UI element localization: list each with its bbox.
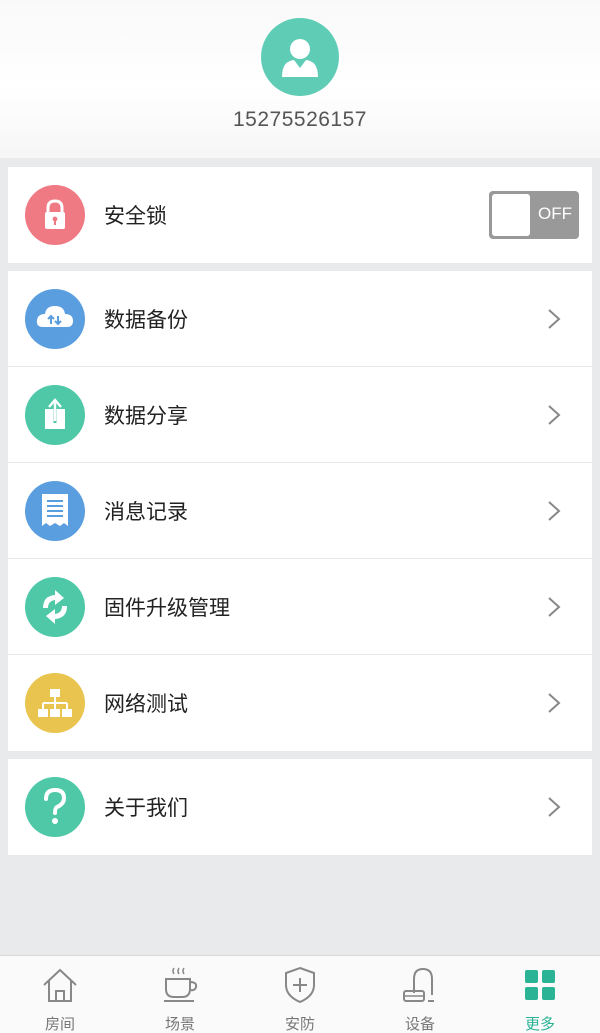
home-icon	[43, 968, 77, 1002]
menu-item-label: 数据备份	[104, 307, 188, 332]
tab-label: 更多	[524, 1015, 555, 1033]
tab-label: 设备	[404, 1015, 435, 1033]
avatar[interactable]	[261, 18, 339, 96]
cloud-sync-icon	[25, 288, 85, 349]
chevron-right-icon	[548, 308, 561, 329]
coffee-icon	[164, 967, 198, 1002]
chevron-right-icon	[548, 596, 561, 617]
menu-item-label: 消息记录	[104, 499, 188, 524]
chevron-right-icon	[548, 693, 561, 713]
user-icon	[282, 39, 318, 77]
phone-number: 15275526157	[233, 108, 367, 131]
lock-toggle[interactable]: OFF	[489, 191, 579, 239]
toggle-state-text: OFF	[538, 204, 572, 223]
lock-row: 安全锁 OFF	[8, 167, 592, 263]
menu-item-backup[interactable]: 数据备份	[8, 271, 592, 367]
lock-card: 安全锁 OFF	[8, 167, 592, 263]
menu-item-share[interactable]: 数据分享	[8, 367, 592, 463]
bottom-tab-bar: 房间 场景 安防 设备 更多	[0, 955, 600, 1033]
menu-item-label: 固件升级管理	[104, 595, 230, 620]
menu-card: 数据备份 数据分享 消息记录 固件升级管理 网络测试	[8, 271, 592, 751]
tab-security[interactable]: 安防	[240, 956, 360, 1033]
chevron-right-icon	[548, 500, 561, 521]
menu-item-label: 网络测试	[104, 692, 188, 716]
toggle-knob	[492, 194, 530, 236]
refresh-icon	[25, 576, 85, 637]
chevron-right-icon	[548, 797, 561, 817]
message-log-icon	[25, 480, 85, 541]
share-icon	[25, 384, 85, 445]
tab-rooms[interactable]: 房间	[0, 956, 120, 1033]
about-card: 关于我们	[8, 759, 592, 855]
network-icon	[25, 673, 85, 733]
question-icon	[25, 777, 85, 837]
grid-icon	[525, 970, 555, 1000]
profile-header: 15275526157	[0, 0, 600, 158]
tab-label: 安防	[284, 1015, 315, 1033]
tab-more[interactable]: 更多	[480, 956, 600, 1033]
chevron-right-icon	[548, 404, 561, 425]
menu-item-firmware[interactable]: 固件升级管理	[8, 559, 592, 655]
menu-item-label: 关于我们	[104, 796, 188, 820]
tab-label: 场景	[164, 1015, 195, 1033]
menu-item-about[interactable]: 关于我们	[8, 759, 592, 855]
tab-label: 房间	[44, 1015, 75, 1033]
lock-icon	[25, 185, 85, 245]
menu-item-network[interactable]: 网络测试	[8, 655, 592, 751]
menu-item-messages[interactable]: 消息记录	[8, 463, 592, 559]
tab-scenes[interactable]: 场景	[120, 956, 240, 1033]
tab-devices[interactable]: 设备	[360, 956, 480, 1033]
menu-item-label: 数据分享	[104, 403, 188, 428]
vacuum-icon	[403, 967, 434, 1002]
shield-icon	[285, 966, 315, 1004]
lock-label: 安全锁	[104, 204, 167, 228]
